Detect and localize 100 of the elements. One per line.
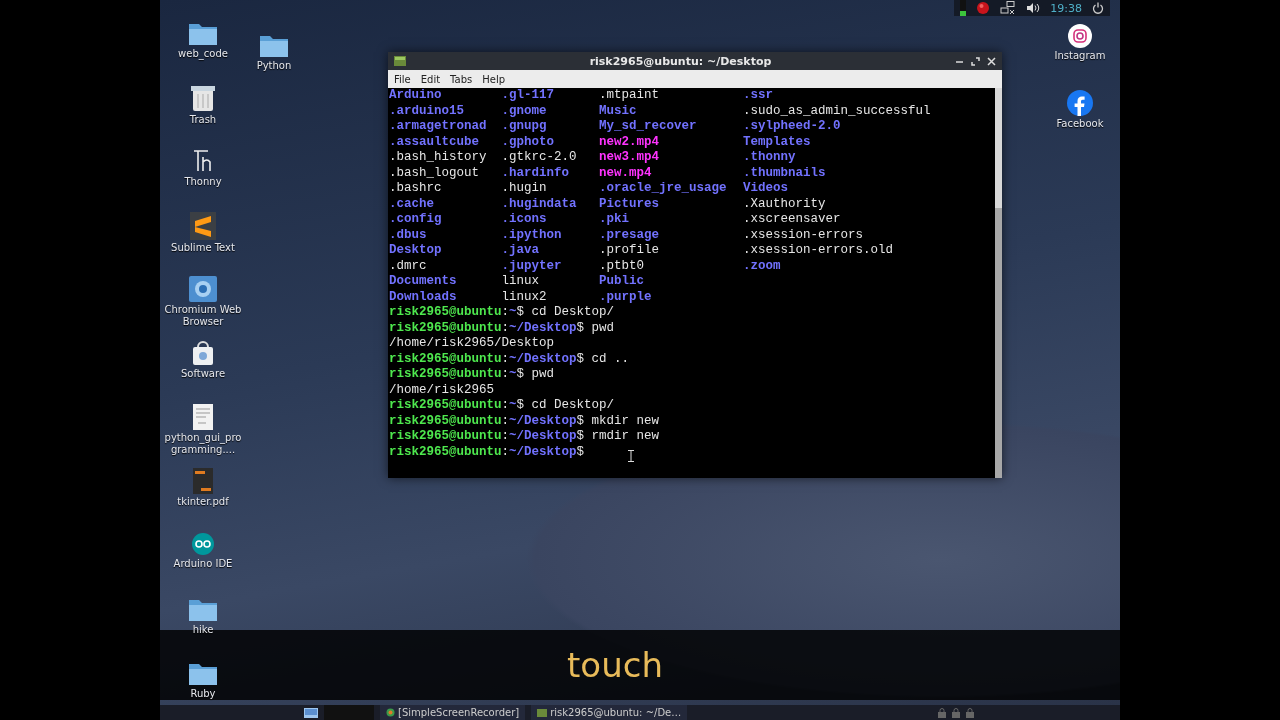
menu-item[interactable]: Edit <box>420 73 447 85</box>
file-name: .gnupg <box>501 119 547 135</box>
volume-icon[interactable] <box>1026 2 1041 14</box>
terminal-icon <box>394 56 406 66</box>
file-name: .assaultcube <box>389 134 479 150</box>
desktop-icon[interactable]: tkinter.pdf <box>163 468 243 532</box>
file-name: .Xauthority <box>743 196 826 212</box>
file-name: .ptbt0 <box>599 258 645 274</box>
file-name: .zoom <box>743 258 781 274</box>
file-name: .dmrc <box>389 258 427 274</box>
clock[interactable]: 19:38 <box>1050 1 1082 15</box>
desktop-icon[interactable]: Ruby <box>163 660 243 705</box>
file-name: .hugin <box>501 181 547 197</box>
file-name: linux <box>501 274 540 290</box>
file-name: .purple <box>599 289 652 305</box>
taskbar-button[interactable]: [SimpleScreenRecorder] <box>380 705 526 720</box>
desktop-icon[interactable]: hike <box>163 596 243 660</box>
lock-icon <box>952 707 960 718</box>
file-name: new.mp4 <box>599 165 652 181</box>
maximize-icon[interactable] <box>971 56 980 66</box>
power-icon[interactable] <box>1092 2 1104 14</box>
text-cursor-icon <box>628 450 634 462</box>
file-name: .gl-117 <box>501 88 555 104</box>
show-desktop-icon[interactable] <box>304 707 318 718</box>
file-name: Templates <box>743 134 811 150</box>
document-icon <box>193 468 213 494</box>
file-name: .pki <box>599 212 630 228</box>
desktop-icon[interactable]: Facebook <box>1040 90 1120 130</box>
workspace-switcher[interactable] <box>324 705 374 720</box>
file-name: .ssr <box>743 88 774 104</box>
lock-icon <box>966 707 974 718</box>
taskbar-button[interactable]: risk2965@ubuntu: ~/De… <box>531 705 688 720</box>
desktop-icon[interactable]: Arduino IDE <box>163 532 243 596</box>
desktop-icon[interactable]: Sublime Text <box>163 212 243 276</box>
prompt-line: risk2965@ubuntu:~/Desktop$ <box>389 444 585 460</box>
file-name: .mtpaint <box>599 88 660 104</box>
file-name: Downloads <box>389 289 457 305</box>
file-name: .jupyter <box>501 258 562 274</box>
file-name: .xsession-errors.old <box>743 243 894 259</box>
caption: touch <box>567 645 663 685</box>
file-name: .sudo_as_admin_successful <box>743 103 931 119</box>
file-name: .xscreensaver <box>743 212 841 228</box>
file-name: .config <box>389 212 442 228</box>
menu-item[interactable]: Help <box>482 73 512 85</box>
file-name: new2.mp4 <box>599 134 660 150</box>
desktop-icon[interactable]: Chromium Web Browser <box>163 276 243 340</box>
sublime-icon <box>190 212 216 240</box>
file-name: Desktop <box>389 243 442 259</box>
scrollbar[interactable] <box>995 88 1002 478</box>
window-title: risk2965@ubuntu: ~/Desktop <box>588 54 773 68</box>
file-name: .oracle_jre_usage <box>599 181 727 197</box>
close-icon[interactable] <box>987 56 996 66</box>
file-name: Videos <box>743 181 789 197</box>
prompt-line: risk2965@ubuntu:~$ pwd <box>389 367 555 383</box>
file-name: Arduino <box>389 88 442 104</box>
output-line: /home/risk2965/Desktop <box>389 336 555 352</box>
file-name: .gnome <box>501 103 547 119</box>
network-icon[interactable] <box>1000 1 1017 15</box>
file-name: Documents <box>389 274 457 290</box>
file-name: .xsession-errors <box>743 227 864 243</box>
desktop-icon[interactable]: Thonny <box>163 148 243 212</box>
file-name: .bash_history <box>389 150 487 166</box>
browser-icon <box>189 276 217 302</box>
record-icon[interactable] <box>976 1 991 15</box>
file-name: Pictures <box>599 196 660 212</box>
scrollbar-thumb[interactable] <box>995 207 1002 478</box>
file-name: .thumbnails <box>743 165 826 181</box>
file-name: .hardinfo <box>501 165 570 181</box>
file-name: .presage <box>599 227 660 243</box>
prompt-line: risk2965@ubuntu:~$ cd Desktop/ <box>389 398 615 414</box>
output-line: /home/risk2965 <box>389 382 495 398</box>
level-meter-icon <box>960 0 967 16</box>
desktop-icon[interactable]: Instagram <box>1040 24 1120 62</box>
menu-item[interactable]: File <box>394 73 417 85</box>
file-name: .ipython <box>501 227 562 243</box>
file-name: .bashrc <box>389 181 442 197</box>
prompt-line: risk2965@ubuntu:~/Desktop$ rmdir new <box>389 429 660 445</box>
menu-item[interactable]: Tabs <box>450 73 479 85</box>
terminal-icon <box>537 708 548 717</box>
file-name: .icons <box>501 212 547 228</box>
file-name: .cache <box>389 196 434 212</box>
trash-icon <box>190 84 216 112</box>
desktop-icon[interactable]: python_gui_programming.... <box>163 404 243 468</box>
file-name: .thonny <box>743 150 796 166</box>
file-name: .gphoto <box>501 134 555 150</box>
file-name: .bash_logout <box>389 165 479 181</box>
document-icon <box>193 404 213 430</box>
file-name: .dbus <box>389 227 427 243</box>
file-name: Music <box>599 103 637 119</box>
file-name: .hugindata <box>501 196 577 212</box>
desktop-icon[interactable]: Software <box>163 340 243 404</box>
file-name: new3.mp4 <box>599 150 660 166</box>
file-name: .profile <box>599 243 660 259</box>
prompt-line: risk2965@ubuntu:~/Desktop$ cd .. <box>389 351 630 367</box>
desktop-icon[interactable]: Trash <box>163 84 243 148</box>
file-name: .arduino15 <box>389 103 464 119</box>
prompt-line: risk2965@ubuntu:~/Desktop$ pwd <box>389 320 615 336</box>
file-name: .sylpheed-2.0 <box>743 119 841 135</box>
recorder-icon <box>386 708 395 717</box>
file-name: My_sd_recover <box>599 119 697 135</box>
